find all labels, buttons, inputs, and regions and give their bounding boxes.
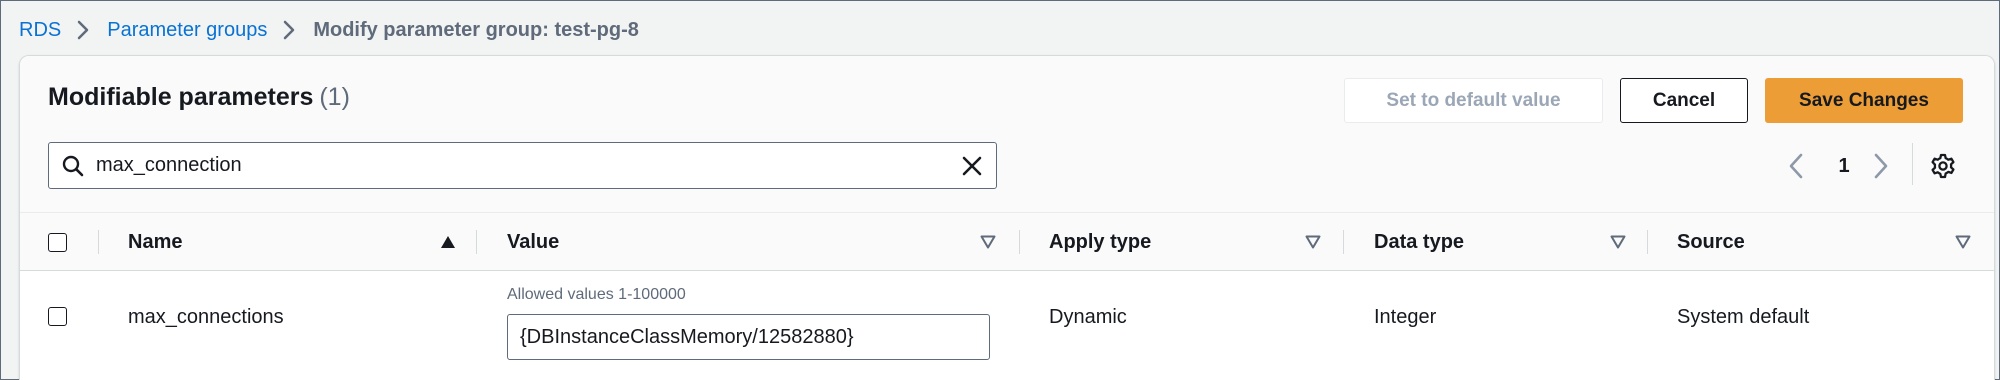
column-header-source[interactable]: Source [1677, 213, 1745, 271]
panel-title-text: Modifiable parameters [48, 83, 314, 111]
column-divider [98, 230, 99, 254]
save-changes-button[interactable]: Save Changes [1765, 78, 1963, 123]
sort-caret-down-icon[interactable] [1610, 235, 1626, 254]
chevron-right-icon [77, 20, 89, 40]
breadcrumb-link-parameter-groups[interactable]: Parameter groups [107, 19, 267, 42]
sort-ascending-icon[interactable] [440, 235, 456, 254]
chevron-right-icon[interactable] [1873, 152, 1889, 185]
column-divider [1343, 230, 1344, 254]
sort-caret-down-icon[interactable] [1305, 235, 1321, 254]
column-divider [476, 230, 477, 254]
column-divider [1019, 230, 1020, 254]
search-field[interactable] [48, 142, 997, 189]
column-header-data-type[interactable]: Data type [1374, 213, 1464, 271]
clear-icon[interactable] [960, 154, 984, 183]
sort-caret-down-icon[interactable] [1955, 235, 1971, 254]
table-row: max_connections Allowed values 1-100000 … [20, 272, 1994, 380]
parameter-count: (1) [319, 83, 350, 111]
cancel-button[interactable]: Cancel [1620, 78, 1748, 123]
parameter-name: max_connections [128, 306, 284, 328]
breadcrumb: RDS Parameter groups Modify parameter gr… [19, 14, 639, 46]
pagination-page-number[interactable]: 1 [1834, 152, 1854, 180]
parameter-value-input[interactable] [507, 314, 990, 360]
source-value: System default [1677, 306, 1810, 328]
column-divider [1647, 230, 1648, 254]
search-input[interactable] [94, 149, 934, 182]
search-icon [61, 154, 85, 183]
allowed-values-hint: Allowed values 1-100000 [507, 286, 686, 303]
column-header-value[interactable]: Value [507, 213, 559, 271]
gear-icon[interactable] [1930, 153, 1956, 184]
row-select-checkbox[interactable] [48, 307, 67, 326]
apply-type-value: Dynamic [1049, 306, 1127, 328]
breadcrumb-current: Modify parameter group: test-pg-8 [313, 18, 639, 41]
chevron-left-icon[interactable] [1788, 152, 1804, 185]
chevron-right-icon [283, 20, 295, 40]
breadcrumb-link-rds[interactable]: RDS [19, 19, 61, 42]
data-type-value: Integer [1374, 306, 1437, 328]
panel-header: Modifiable parameters (1) Set to default … [20, 56, 1994, 213]
panel-title: Modifiable parameters (1) [48, 83, 350, 112]
column-header-apply-type[interactable]: Apply type [1049, 213, 1151, 271]
set-to-default-value-button[interactable]: Set to default value [1344, 78, 1603, 123]
modifiable-parameters-panel: Modifiable parameters (1) Set to default … [19, 55, 1995, 380]
sort-caret-down-icon[interactable] [980, 235, 996, 254]
column-header-name[interactable]: Name [128, 213, 182, 271]
select-all-checkbox[interactable] [48, 233, 67, 252]
pagination-divider [1912, 143, 1913, 185]
table-header: Name Value Apply type Data type Source [20, 213, 1994, 271]
